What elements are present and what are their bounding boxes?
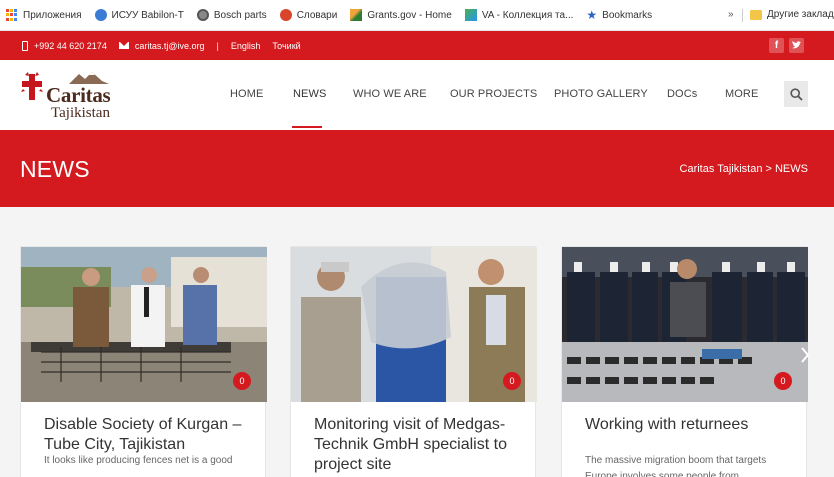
- news-list: 0 Disable Society of Kurgan – Tube City,…: [0, 207, 834, 477]
- facebook-icon[interactable]: f: [769, 38, 784, 53]
- news-card[interactable]: 0 Monitoring visit of Medgas-Technik Gmb…: [290, 246, 537, 477]
- news-card-image[interactable]: [21, 247, 267, 402]
- bookmark-label: VA - Коллекция та...: [481, 9, 574, 21]
- nav-who-we-are[interactable]: WHO WE ARE: [353, 88, 427, 100]
- caritas-logo[interactable]: Caritas Tajikistan: [21, 70, 121, 121]
- va-icon: [464, 9, 477, 21]
- nav-docs[interactable]: DOCs: [667, 88, 697, 100]
- phone-contact[interactable]: +992 44 620 2174: [22, 40, 107, 51]
- chevron-right-icon[interactable]: [800, 347, 810, 363]
- twitter-icon[interactable]: [789, 38, 804, 53]
- other-bookmarks-label: Другие заклад: [767, 9, 834, 20]
- contact-bar: +992 44 620 2174 caritas.tj@ive.org | En…: [0, 31, 834, 60]
- bookmark-label: Словари: [296, 9, 338, 21]
- bookmark-bookmarks[interactable]: ★ Bookmarks: [586, 8, 652, 22]
- page-title: NEWS: [20, 156, 90, 182]
- star-icon: ★: [586, 8, 598, 22]
- bookmarks-overflow-button[interactable]: »: [728, 9, 734, 20]
- news-card[interactable]: 0 Working with returnees The massive mig…: [561, 246, 808, 477]
- bookmark-apps[interactable]: Приложения: [6, 9, 82, 21]
- language-divider: |: [216, 40, 219, 51]
- search-icon: [789, 87, 803, 101]
- language-tajik-link[interactable]: Точикй: [272, 41, 300, 51]
- bookmark-label: Приложения: [23, 9, 82, 21]
- search-button[interactable]: [784, 81, 808, 107]
- nav-more[interactable]: MORE: [725, 88, 758, 100]
- apps-grid-icon: [6, 9, 18, 21]
- folder-icon: [750, 9, 762, 20]
- comment-count-badge[interactable]: 0: [233, 372, 251, 390]
- news-card-excerpt: The massive migration boom that targets …: [585, 455, 767, 477]
- bookmark-label: ИСУУ Babilon-T: [111, 9, 184, 21]
- news-card-excerpt: It looks like producing fences net is a …: [44, 455, 233, 466]
- nav-news[interactable]: NEWS: [293, 88, 326, 100]
- bookmark-label: Bookmarks: [602, 9, 653, 21]
- news-card-image[interactable]: [562, 247, 808, 402]
- email-address: caritas.tj@ive.org: [134, 40, 205, 51]
- bookmarks-bar: Приложения ИСУУ Babilon-T Bosch parts Сл…: [0, 0, 834, 31]
- news-card-image[interactable]: [291, 247, 537, 402]
- globe-icon: [94, 9, 107, 21]
- bookmarks-divider: [742, 9, 743, 22]
- cross-flame-icon: [21, 72, 43, 100]
- bookmark-grants[interactable]: Grants.gov - Home: [350, 9, 452, 21]
- dictionary-icon: [279, 9, 292, 21]
- bookmark-isuu[interactable]: ИСУУ Babilon-T: [94, 9, 184, 21]
- bookmark-va[interactable]: VA - Коллекция та...: [464, 9, 574, 21]
- envelope-icon: [118, 42, 129, 49]
- phone-number: +992 44 620 2174: [34, 40, 107, 51]
- logo-country: Tajikistan: [51, 105, 110, 121]
- email-contact[interactable]: caritas.tj@ive.org: [118, 40, 205, 51]
- comment-count-badge[interactable]: 0: [774, 372, 792, 390]
- other-bookmarks-folder[interactable]: Другие заклад: [750, 9, 834, 20]
- language-english-link[interactable]: English: [231, 41, 261, 51]
- browser-frame: Приложения ИСУУ Babilon-T Bosch parts Сл…: [0, 0, 834, 477]
- active-nav-indicator: [292, 126, 322, 128]
- nav-our-projects[interactable]: OUR PROJECTS: [450, 88, 537, 100]
- page-hero: NEWS Caritas Tajikistan > NEWS: [0, 130, 834, 207]
- bookmark-label: Grants.gov - Home: [367, 9, 452, 21]
- news-card-title[interactable]: Working with returnees: [585, 415, 790, 435]
- breadcrumb[interactable]: Caritas Tajikistan > NEWS: [680, 163, 808, 175]
- phone-icon: [22, 40, 28, 51]
- bosch-logo-icon: [196, 9, 209, 21]
- bookmark-dictionaries[interactable]: Словари: [279, 9, 338, 21]
- bookmark-label: Bosch parts: [213, 9, 267, 21]
- nav-home[interactable]: HOME: [230, 88, 263, 100]
- news-card[interactable]: 0 Disable Society of Kurgan – Tube City,…: [20, 246, 267, 477]
- grants-icon: [350, 9, 363, 21]
- bookmark-bosch[interactable]: Bosch parts: [196, 9, 267, 21]
- news-card-title[interactable]: Disable Society of Kurgan – Tube City, T…: [44, 415, 249, 455]
- comment-count-badge[interactable]: 0: [503, 372, 521, 390]
- news-card-title[interactable]: Monitoring visit of Medgas-Technik GmbH …: [314, 415, 519, 475]
- nav-photo-gallery[interactable]: PHOTO GALLERY: [554, 88, 648, 100]
- site-header: Caritas Tajikistan HOME NEWS WHO WE ARE …: [0, 60, 834, 130]
